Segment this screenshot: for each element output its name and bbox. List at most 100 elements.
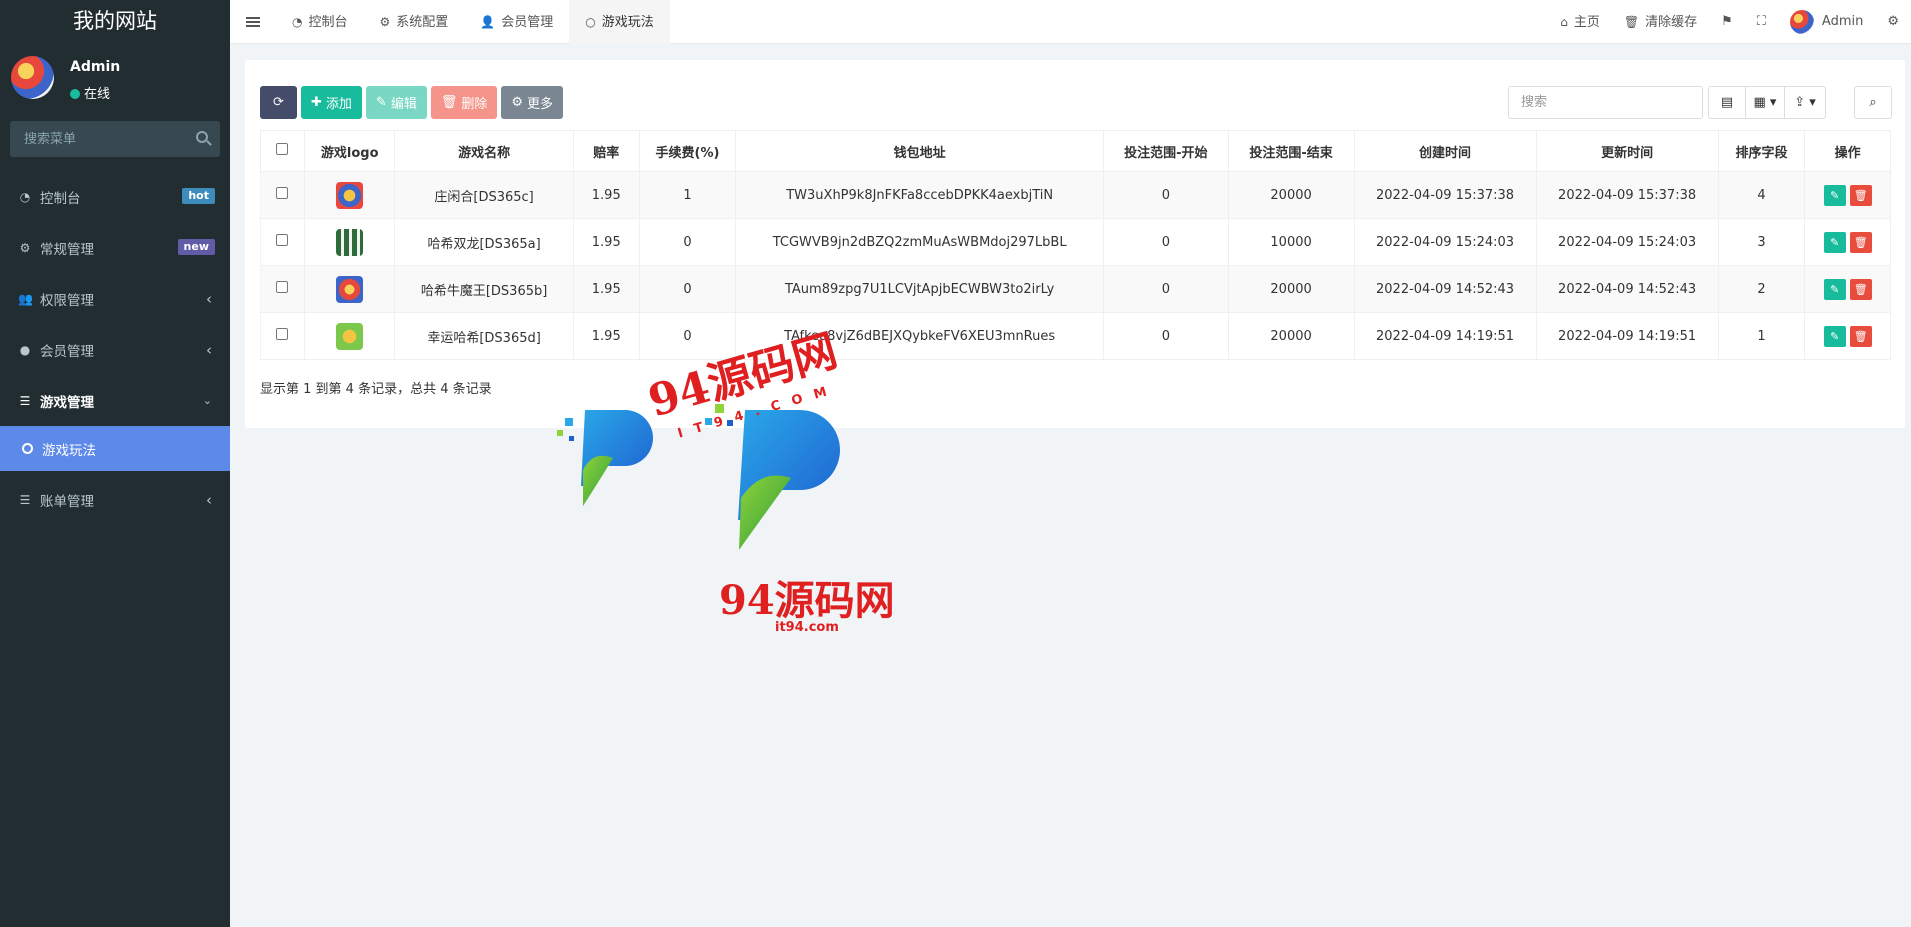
more-button[interactable]: ⚙ 更多 (501, 86, 564, 119)
tab-members[interactable]: 👤 会员管理 (464, 0, 569, 44)
card-view-button[interactable]: ▤ (1708, 86, 1746, 119)
game-logo-image (336, 275, 364, 303)
game-logo-image (336, 181, 364, 209)
cell-actions: ✎ 🗑 (1804, 171, 1891, 219)
user-menu[interactable]: Admin (1778, 0, 1875, 44)
table-row[interactable]: 庄闲合[DS365c] 1.95 1 TW3uXhP9k8JnFKFa8cceb… (260, 171, 1891, 219)
settings-button[interactable]: ⚙ (1875, 0, 1911, 44)
logo-cell (303, 171, 396, 219)
sidebar-item-general[interactable]: ⚙ 常规管理 new (0, 222, 230, 273)
cell-updated: 2022-04-09 14:52:43 (1535, 265, 1719, 313)
column-header[interactable]: 投注范围-开始 (1103, 130, 1229, 172)
delete-row-button[interactable]: 🗑 (1849, 231, 1872, 253)
sidebar-submenu: 游戏玩法 (0, 426, 230, 471)
delete-button[interactable]: 🗑 删除 (430, 86, 498, 119)
language-icon: ⚑ (1721, 14, 1733, 29)
edit-button[interactable]: ✎ 编辑 (365, 86, 427, 119)
table-icon: ▤ (1720, 95, 1734, 110)
advanced-search-button[interactable]: ⌕ (1854, 86, 1892, 119)
home-link[interactable]: ⌂ 主页 (1548, 0, 1612, 44)
cell-updated: 2022-04-09 15:37:38 (1535, 171, 1719, 219)
menu-search (10, 121, 220, 157)
delete-row-button[interactable]: 🗑 (1849, 325, 1872, 347)
sidebar-item-label: 会员管理 (40, 343, 94, 360)
language-button[interactable]: ⚑ (1709, 0, 1745, 44)
edit-row-button[interactable]: ✎ (1823, 184, 1846, 206)
column-header[interactable]: 手续费(%) (638, 130, 737, 172)
sidebar-item-dashboard[interactable]: ◔ 控制台 hot (0, 171, 230, 222)
sidebar-toggle[interactable] (230, 0, 276, 44)
pagination-info: 显示第 1 到第 4 条记录，总共 4 条记录 (260, 382, 492, 397)
row-select-cell (260, 171, 305, 219)
column-header[interactable]: 创建时间 (1353, 130, 1537, 172)
column-header[interactable]: 更新时间 (1535, 130, 1719, 172)
edit-row-button[interactable]: ✎ (1823, 278, 1846, 300)
more-label: 更多 (527, 97, 554, 112)
delete-row-button[interactable]: 🗑 (1849, 278, 1872, 300)
add-button[interactable]: ✚ 添加 (301, 86, 362, 119)
table-search-input[interactable] (1508, 86, 1703, 119)
search-icon[interactable] (196, 131, 208, 143)
delete-row-button[interactable]: 🗑 (1849, 184, 1872, 206)
cell-sort: 3 (1717, 218, 1806, 266)
tab-label: 系统配置 (396, 15, 449, 30)
row-checkbox[interactable] (276, 281, 289, 293)
topbar-actions: ⌂ 主页 🗑 清除缓存 ⚑ ⛶ Admin ⚙ (1548, 0, 1911, 44)
column-header[interactable]: 游戏logo (303, 130, 396, 172)
cell-sort: 4 (1717, 171, 1806, 219)
tab-label: 会员管理 (501, 15, 554, 30)
row-checkbox[interactable] (276, 234, 289, 246)
column-header[interactable]: 排序字段 (1717, 130, 1806, 172)
group-icon: 👥 (18, 291, 33, 306)
edit-row-button[interactable]: ✎ (1823, 231, 1846, 253)
cell-created: 2022-04-09 14:52:43 (1353, 265, 1537, 313)
logo-cell (303, 312, 396, 360)
column-header[interactable]: 钱包地址 (735, 130, 1105, 172)
menu-search-input[interactable] (10, 121, 180, 157)
site-brand[interactable]: 我的网站 (0, 0, 230, 44)
sidebar-item-bills[interactable]: ☰ 账单管理 ‹ (0, 471, 230, 529)
table-row[interactable]: 哈希牛魔王[DS365b] 1.95 0 TAum89zpg7U1LCVjtAp… (260, 265, 1891, 313)
online-dot-icon (70, 89, 80, 99)
plus-icon: ✚ (311, 95, 322, 110)
column-header[interactable]: 游戏名称 (394, 130, 574, 172)
column-header[interactable]: 赔率 (572, 130, 640, 172)
user-panel: Admin 在线 (0, 44, 230, 108)
delete-label: 删除 (461, 97, 488, 112)
trash-icon: 🗑 (440, 95, 458, 110)
sidebar-item-permissions[interactable]: 👥 权限管理 ‹ (0, 273, 230, 324)
chevron-left-icon: ‹ (206, 289, 212, 308)
sidebar-item-members[interactable]: ● 会员管理 ‹ (0, 324, 230, 375)
tab-dashboard[interactable]: ◔ 控制台 (276, 0, 364, 44)
tab-system-config[interactable]: ⚙ 系统配置 (364, 0, 465, 44)
avatar (1789, 9, 1814, 34)
clear-cache-button[interactable]: 🗑 清除缓存 (1612, 0, 1709, 44)
select-all-cell (260, 130, 305, 172)
game-logo-image (336, 228, 364, 256)
sidebar-item-label: 控制台 (40, 190, 81, 207)
table-row[interactable]: 幸运哈希[DS365d] 1.95 0 TAfkeo8vjZ6dBEJXQybk… (260, 312, 1891, 360)
sidebar-item-game-rules[interactable]: 游戏玩法 (0, 426, 230, 471)
edit-row-button[interactable]: ✎ (1823, 325, 1846, 347)
fullscreen-button[interactable]: ⛶ (1745, 0, 1778, 44)
row-checkbox[interactable] (276, 328, 289, 340)
columns-button[interactable]: ▦ ▾ (1745, 86, 1785, 119)
chevron-left-icon: ‹ (206, 340, 212, 359)
cell-end: 20000 (1227, 265, 1355, 313)
chevron-left-icon: ‹ (206, 491, 212, 509)
cell-updated: 2022-04-09 15:24:03 (1535, 218, 1719, 266)
export-icon: ⇪ ▾ (1794, 95, 1816, 110)
cell-end: 20000 (1227, 171, 1355, 219)
column-header[interactable]: 投注范围-结束 (1227, 130, 1355, 172)
row-checkbox[interactable] (276, 187, 289, 199)
refresh-button[interactable]: ⟳ (260, 86, 297, 119)
sidebar-item-games[interactable]: ☰ 游戏管理 ⌄ (0, 375, 230, 426)
export-button[interactable]: ⇪ ▾ (1784, 86, 1826, 119)
table-row[interactable]: 哈希双龙[DS365a] 1.95 0 TCGWVB9jn2dBZQ2zmMuA… (260, 218, 1891, 266)
cell-wallet: TCGWVB9jn2dBZQ2zmMuAsWBMdoj297LbBL (735, 218, 1105, 266)
tab-game-rules[interactable]: ○ 游戏玩法 (569, 0, 670, 44)
cogs-icon: ⚙ (1887, 14, 1899, 29)
row-select-cell (260, 265, 305, 313)
tab-label: 控制台 (308, 15, 348, 30)
select-all-checkbox[interactable] (276, 143, 289, 155)
